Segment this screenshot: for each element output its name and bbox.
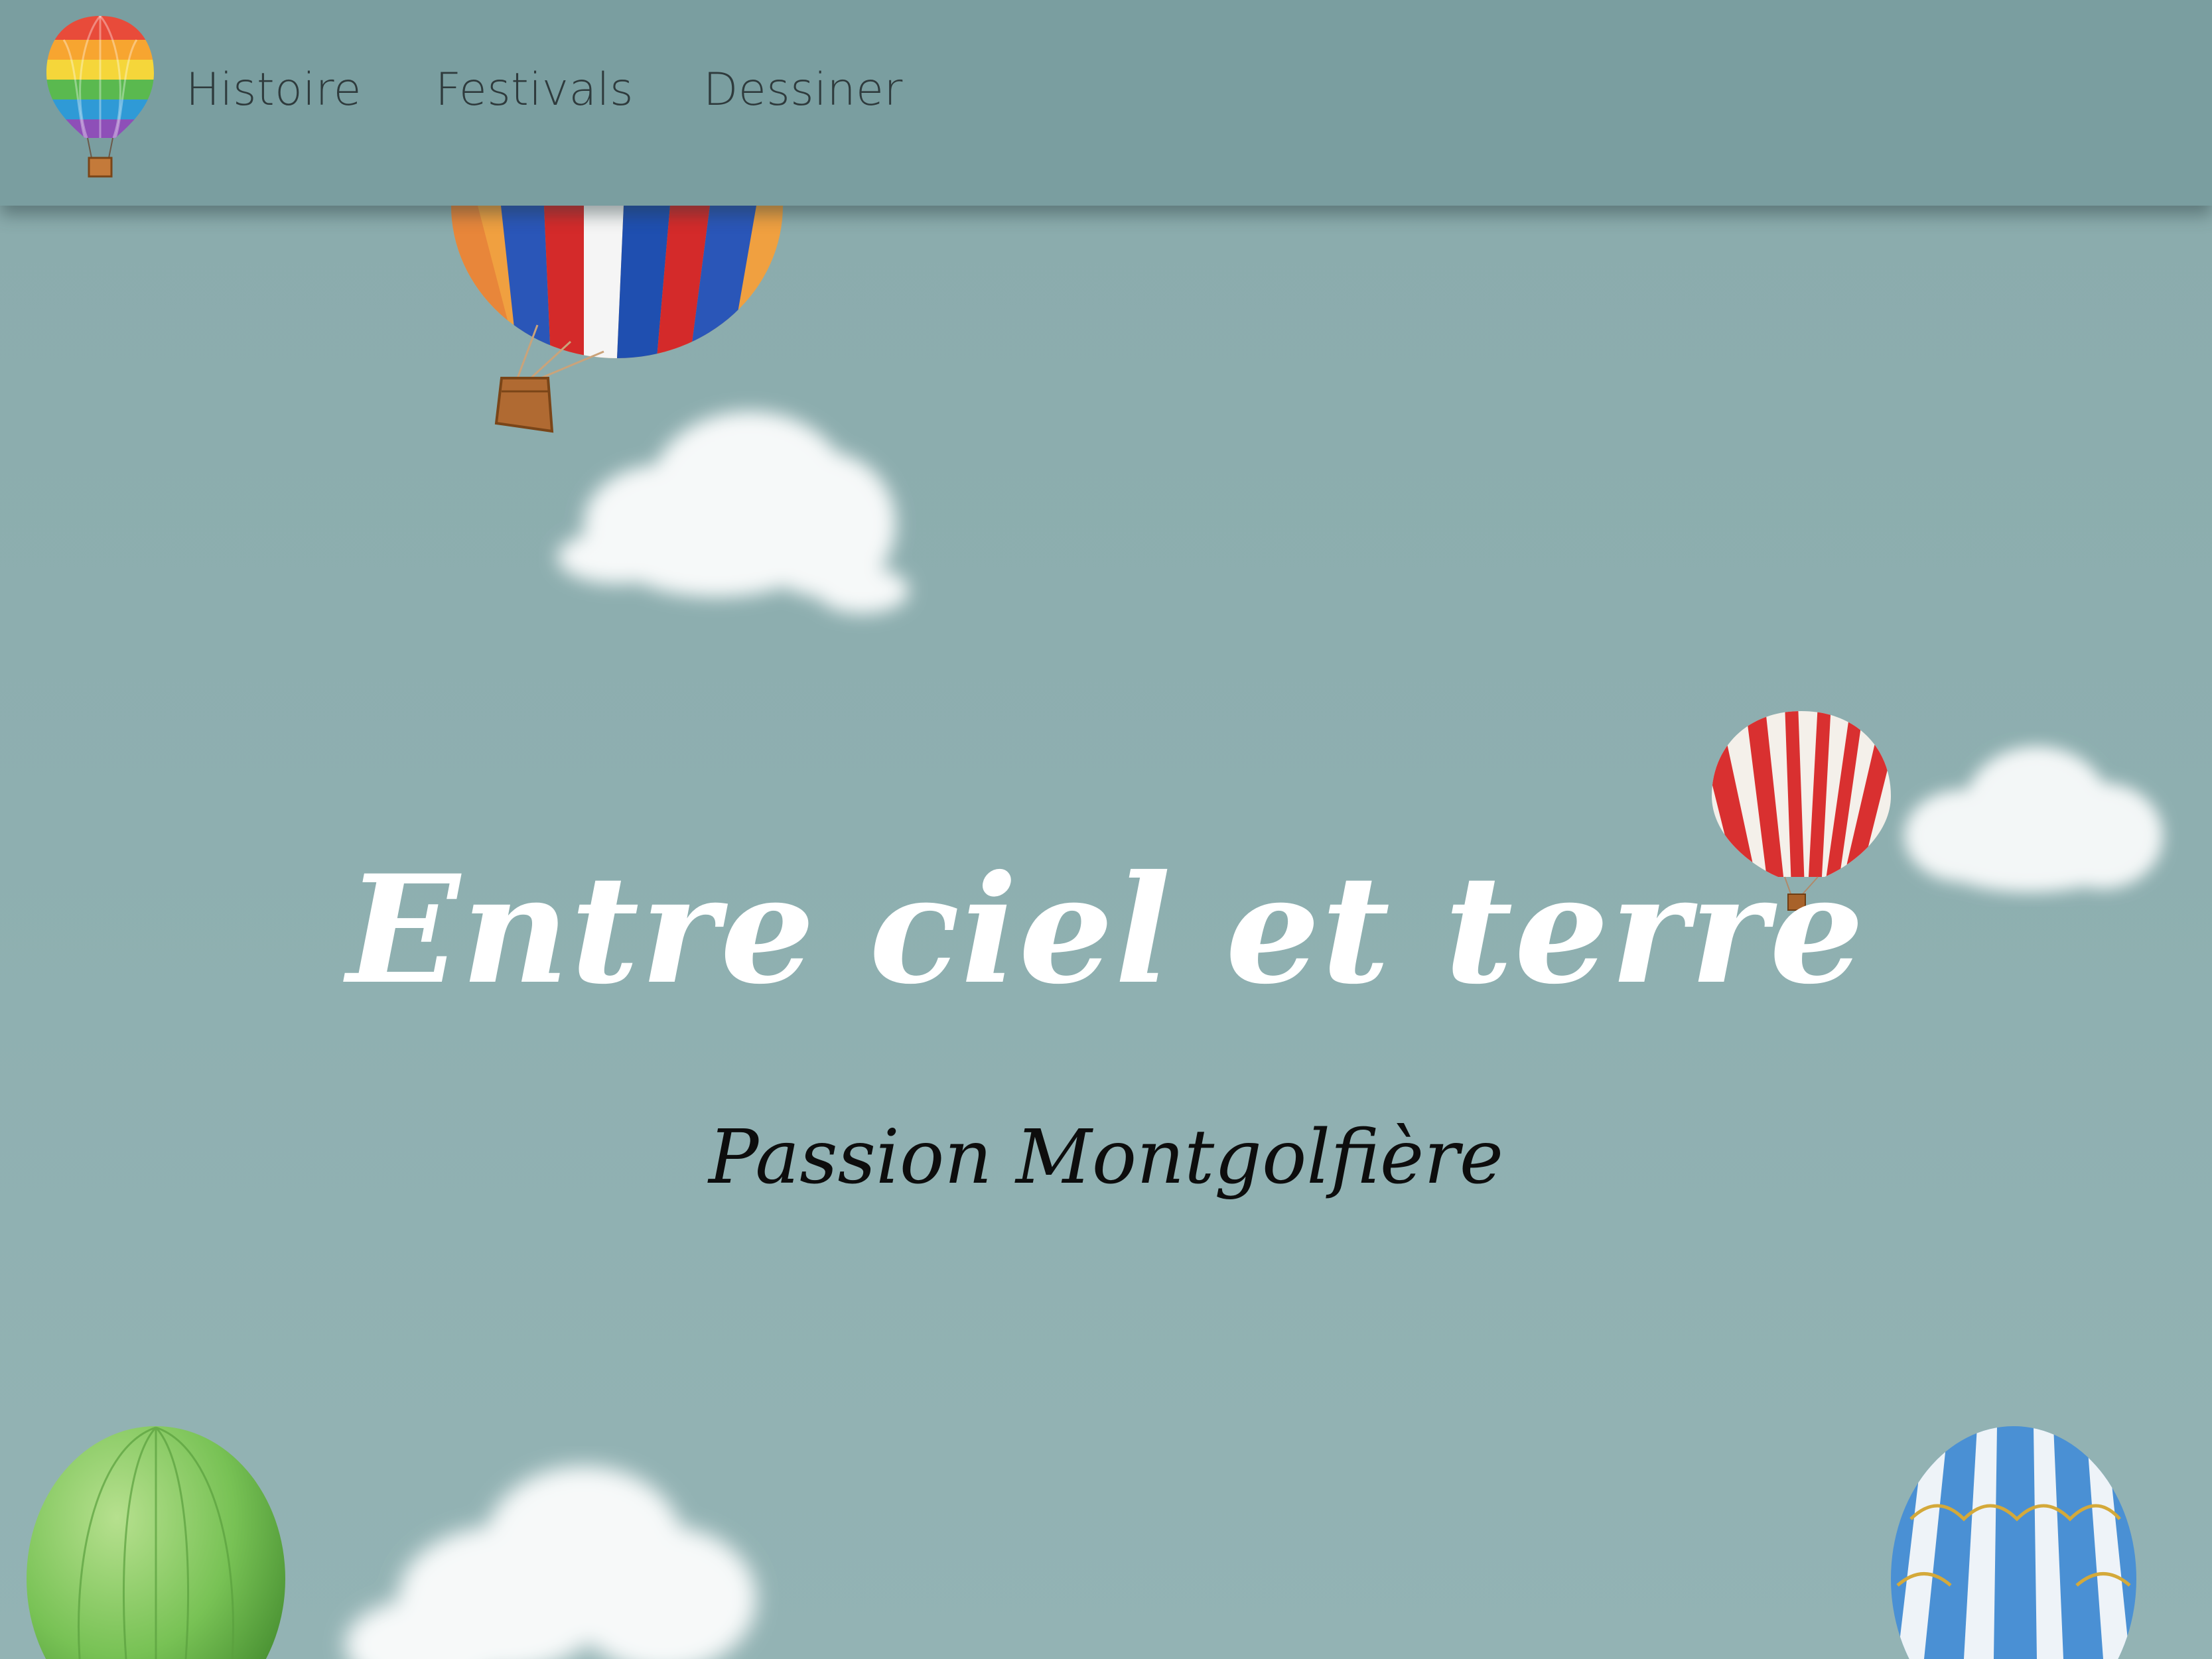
navbar: Histoire Festivals Dessiner [0,0,2212,206]
nav-link-dessiner[interactable]: Dessiner [703,64,903,116]
hot-air-balloon-logo-icon[interactable] [44,13,157,179]
blue-striped-balloon-icon [1891,1426,2136,1659]
nav-link-festivals[interactable]: Festivals [435,64,634,116]
green-balloon-icon [27,1426,285,1659]
hero-subtitle: Passion Montgolfière [708,1114,1504,1201]
cloud-icon [345,1466,756,1659]
nav-link-histoire[interactable]: Histoire [186,64,362,116]
hero-title: Entre ciel et terre [346,842,1866,1017]
